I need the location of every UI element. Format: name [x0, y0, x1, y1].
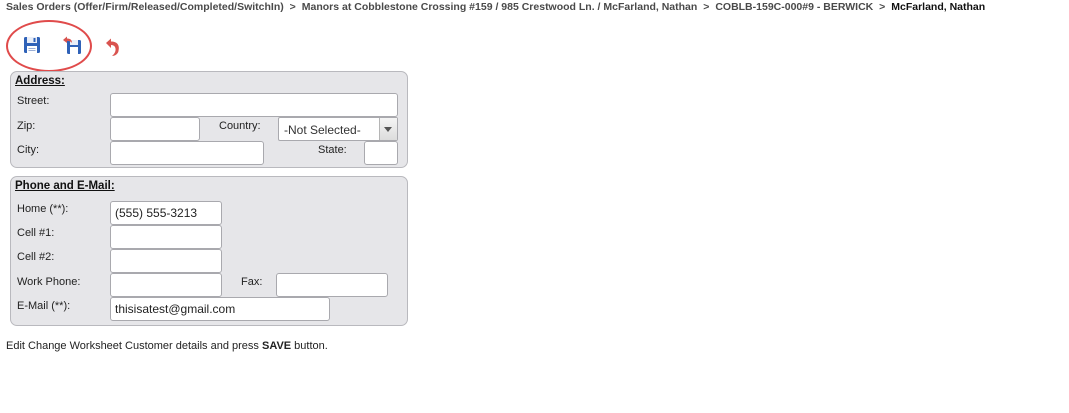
undo-arrow-icon	[106, 38, 119, 56]
floppy-disk-icon	[24, 37, 40, 53]
city-label: City:	[17, 144, 39, 156]
city-input[interactable]	[110, 141, 264, 165]
breadcrumb-item-lot[interactable]: COBLB-159C-000#9 - BERWICK	[715, 1, 873, 13]
address-panel: Address: Street: Zip: Country: -Not Sele…	[10, 71, 408, 168]
home-phone-input[interactable]: (555) 555-3213	[110, 201, 222, 225]
save-button[interactable]	[22, 35, 42, 55]
street-input[interactable]	[110, 93, 398, 117]
breadcrumb-separator: >	[879, 1, 886, 13]
home-phone-label: Home (**):	[17, 203, 69, 215]
instruction-text-after: button.	[291, 340, 328, 352]
state-label: State:	[318, 144, 347, 156]
breadcrumb-item-community[interactable]: Manors at Cobblestone Crossing #159 / 98…	[302, 1, 698, 13]
work-phone-label: Work Phone:	[17, 276, 81, 288]
breadcrumb-item-sales-orders[interactable]: Sales Orders (Offer/Firm/Released/Comple…	[6, 1, 284, 13]
email-input[interactable]: thisisatest@gmail.com	[110, 297, 330, 321]
zip-input[interactable]	[110, 117, 200, 141]
address-section-title: Address:	[15, 75, 65, 87]
fax-label: Fax:	[241, 276, 263, 288]
breadcrumb-current: McFarland, Nathan	[891, 1, 986, 13]
cell1-label: Cell #1:	[17, 227, 55, 239]
phone-email-section-title: Phone and E-Mail:	[15, 180, 115, 192]
undo-button[interactable]	[103, 37, 123, 57]
breadcrumb: Sales Orders (Offer/Firm/Released/Comple…	[6, 0, 985, 14]
state-input[interactable]	[364, 141, 398, 165]
save-and-undo-icon	[63, 36, 81, 54]
cell2-label: Cell #2:	[17, 251, 55, 263]
cell2-input[interactable]	[110, 249, 222, 273]
cell1-input[interactable]	[110, 225, 222, 249]
country-label: Country:	[219, 120, 261, 132]
zip-label: Zip:	[17, 120, 36, 132]
country-select-value: -Not Selected-	[284, 123, 361, 137]
breadcrumb-separator: >	[289, 1, 296, 13]
phone-email-panel: Phone and E-Mail: Home (**): (555) 555-3…	[10, 176, 408, 326]
chevron-down-icon[interactable]	[379, 118, 397, 140]
instruction-text: Edit Change Worksheet Customer details a…	[6, 340, 328, 352]
street-label: Street:	[17, 95, 50, 107]
email-label: E-Mail (**):	[17, 300, 71, 312]
instruction-text-save: SAVE	[261, 340, 292, 352]
work-phone-input[interactable]	[110, 273, 222, 297]
breadcrumb-separator: >	[703, 1, 710, 13]
instruction-text-before: Edit Change Worksheet Customer details a…	[6, 340, 262, 352]
country-select[interactable]: -Not Selected-	[278, 117, 398, 141]
save-and-close-button[interactable]	[62, 35, 82, 55]
fax-input[interactable]	[276, 273, 388, 297]
